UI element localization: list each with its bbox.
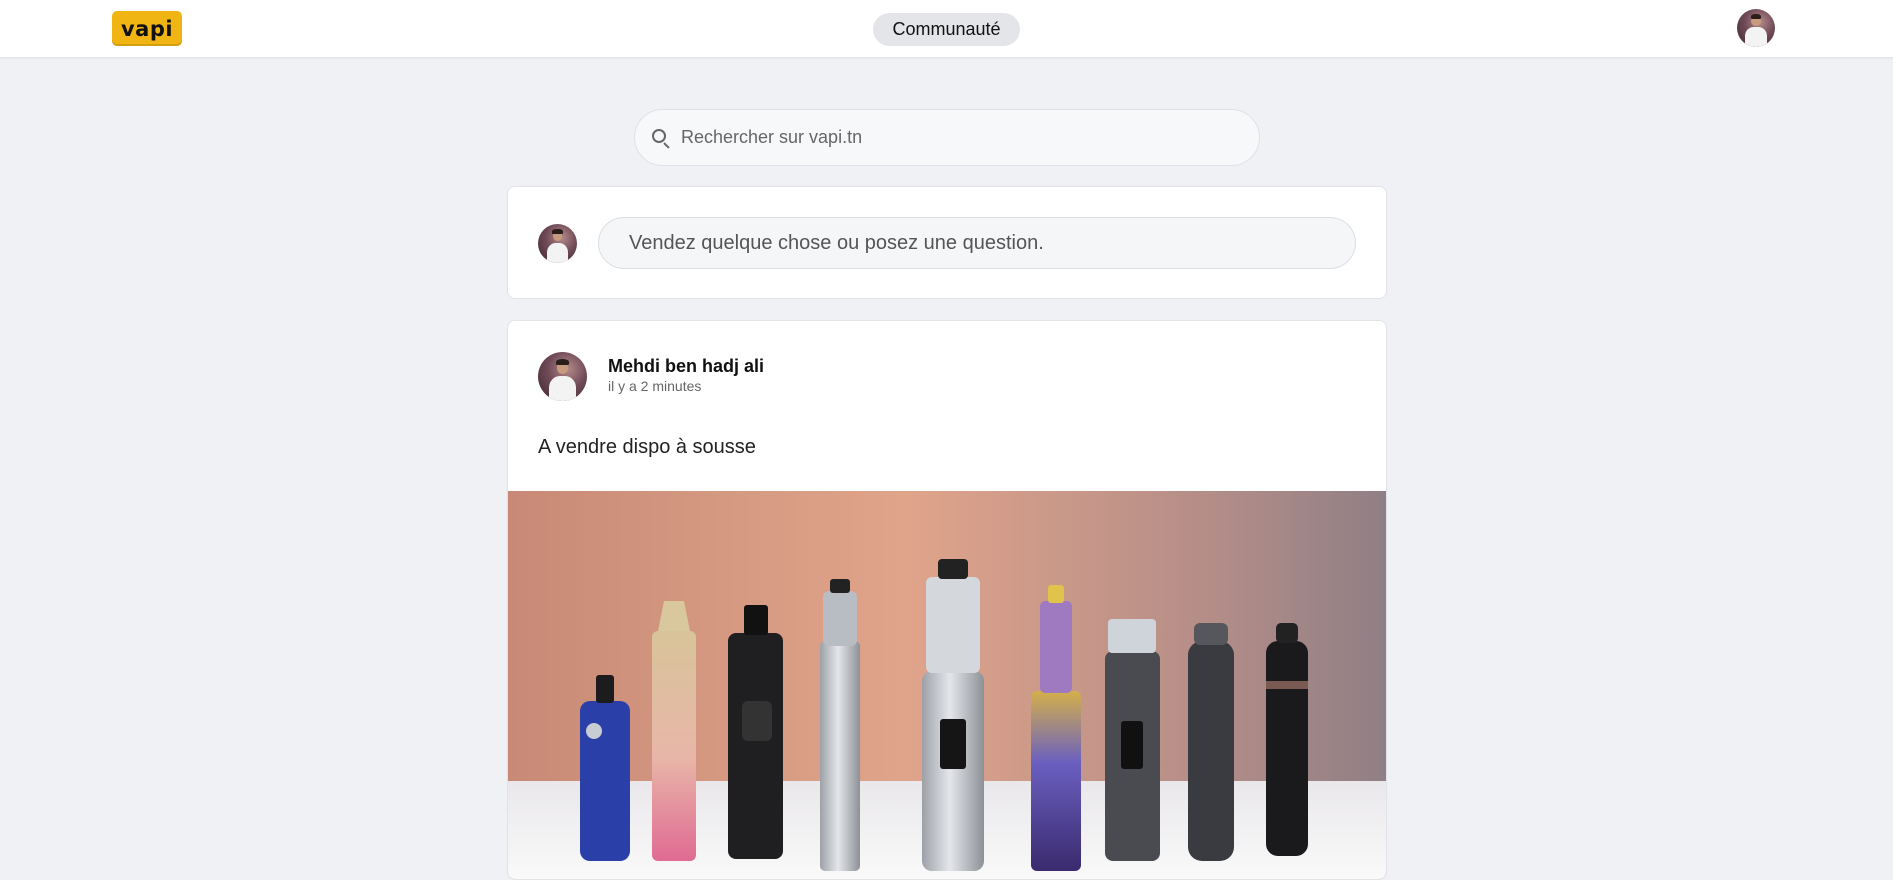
search-input[interactable] (681, 127, 1221, 148)
top-navbar: vapi Communauté (0, 0, 1893, 58)
post-text: A vendre dispo à sousse (538, 436, 756, 458)
vapi-logo[interactable]: vapi (112, 11, 182, 46)
post-author-name[interactable]: Mehdi ben hadj ali (608, 356, 764, 377)
post-timestamp: il y a 2 minutes (608, 378, 702, 394)
search-bar[interactable] (634, 109, 1260, 166)
post-image[interactable] (508, 491, 1387, 880)
post-author-avatar[interactable] (538, 352, 587, 401)
search-icon (651, 128, 671, 149)
post-card: Mehdi ben hadj ali il y a 2 minutes A ve… (507, 320, 1387, 880)
nav-communaute-tab[interactable]: Communauté (873, 13, 1020, 46)
composer-avatar (538, 224, 577, 263)
user-avatar[interactable] (1737, 9, 1775, 47)
composer-input[interactable]: Vendez quelque chose ou posez une questi… (598, 217, 1356, 269)
post-composer: Vendez quelque chose ou posez une questi… (507, 186, 1387, 299)
